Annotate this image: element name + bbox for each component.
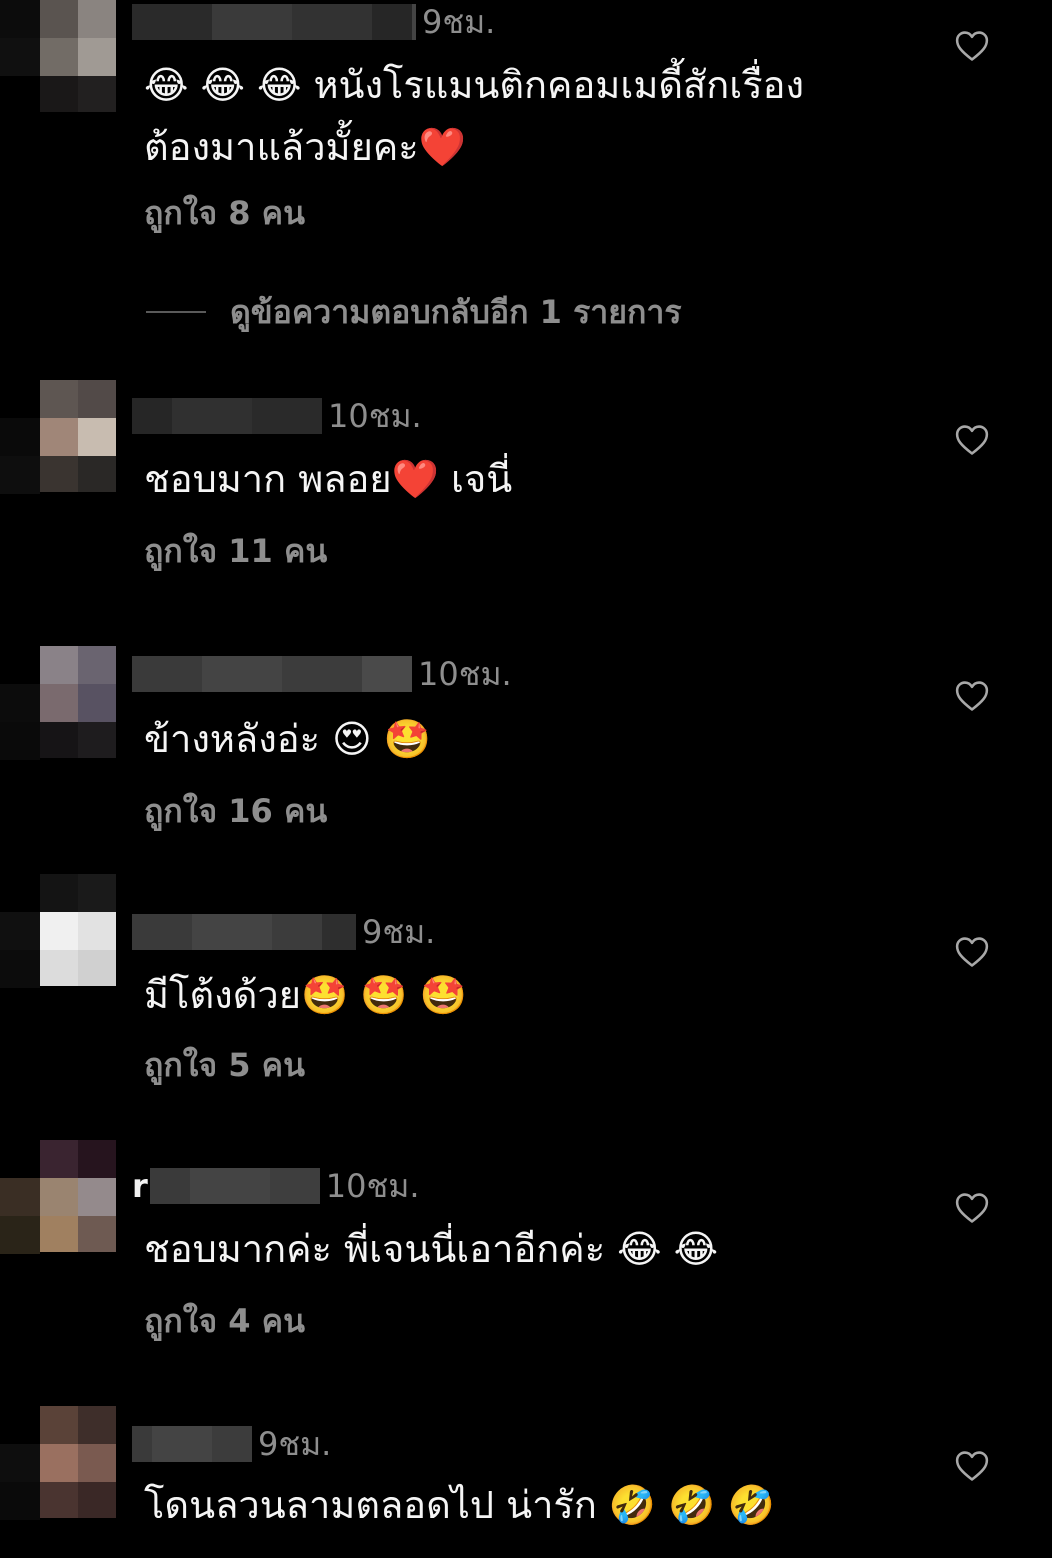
username-row: 9ชม. [132,912,435,952]
comment-time: 9ชม. [422,2,496,41]
comment-item: 9ชม. มีโต้งด้วย🤩 🤩 🤩 ถูกใจ 5 คน [0,874,1052,1114]
avatar-shadow [0,912,40,988]
comment-text: ข้างหลังอ่ะ 😍 🤩 [144,717,432,761]
avatar[interactable] [40,1406,116,1518]
avatar-shadow [0,1444,40,1520]
comment-item: 9ชม. โดนลวนลามตลอดไป น่ารัก 🤣 🤣 🤣 [0,1406,1052,1558]
view-replies-button[interactable]: ดูข้อความตอบกลับอีก 1 รายการ [146,290,682,334]
avatar-shadow [0,1178,40,1254]
comment-item: 9ชม. 😂 😂 😂 หนังโรแมนติกคอมเมดี้สักเรื่อง… [0,0,1052,340]
comment-item: 10ชม. ชอบมาก พลอย❤️ เจนี่ ถูกใจ 11 คน [0,380,1052,600]
username-blurred[interactable] [132,656,412,692]
like-button[interactable] [952,26,992,66]
comment-text: มีโต้งด้วย🤩 🤩 🤩 [144,973,468,1017]
heart-outline-icon [955,937,989,967]
heart-outline-icon [955,681,989,711]
username-blurred[interactable] [132,4,416,40]
avatar[interactable] [40,874,116,986]
comment-time: 10ชม. [328,396,422,435]
comment-text: 😂 😂 😂 หนังโรแมนติกคอมเมดี้สักเรื่อง ต้อง… [144,63,805,169]
replies-divider [146,311,206,313]
comment-text: โดนลวนลามตลอดไป น่ารัก 🤣 🤣 🤣 [144,1483,776,1527]
username-row: 10ชม. [132,396,422,436]
like-button[interactable] [952,932,992,972]
comment-text: ชอบมาก พลอย❤️ เจนี่ [144,457,513,501]
like-button[interactable] [952,1188,992,1228]
comment-time: 9ชม. [362,912,436,951]
likes-count[interactable]: ถูกใจ 16 คน [144,786,327,837]
like-button[interactable] [952,676,992,716]
username-row: 9ชม. [132,1424,331,1464]
comment-item: 10ชม. ข้างหลังอ่ะ 😍 🤩 ถูกใจ 16 คน [0,646,1052,866]
comment-text: ชอบมากค่ะ พี่เจนนี่เอาอีกค่ะ 😂 😂 [144,1227,719,1271]
username-blurred[interactable] [132,398,322,434]
avatar[interactable] [40,380,116,492]
heart-outline-icon [955,425,989,455]
avatar-shadow [0,0,40,76]
username-blurred[interactable] [132,914,356,950]
avatar[interactable] [40,0,116,112]
likes-count[interactable]: ถูกใจ 8 คน [144,188,305,239]
username-row: 10ชม. [132,654,512,694]
username-row: 9ชม. [132,2,495,42]
likes-count[interactable]: ถูกใจ 4 คน [144,1296,305,1347]
username-blurred[interactable] [132,1426,252,1462]
heart-outline-icon [955,31,989,61]
avatar[interactable] [40,1140,116,1252]
comment-time: 10ชม. [418,654,512,693]
like-button[interactable] [952,420,992,460]
username-blurred[interactable] [149,1168,320,1204]
view-replies-label: ดูข้อความตอบกลับอีก 1 รายการ [230,292,682,331]
username-row: r 10ชม. [132,1166,419,1206]
heart-outline-icon [955,1193,989,1223]
avatar[interactable] [40,646,116,758]
likes-count[interactable]: ถูกใจ 5 คน [144,1040,305,1091]
username-visible[interactable]: r [132,1167,148,1205]
comment-time: 10ชม. [325,1166,420,1205]
avatar-shadow [0,418,40,494]
comment-item: r 10ชม. ชอบมากค่ะ พี่เจนนี่เอาอีกค่ะ 😂 😂… [0,1140,1052,1370]
avatar-shadow [0,684,40,760]
heart-outline-icon [955,1451,989,1481]
like-button[interactable] [952,1446,992,1486]
likes-count[interactable]: ถูกใจ 11 คน [144,526,327,577]
comment-time: 9ชม. [258,1424,332,1463]
